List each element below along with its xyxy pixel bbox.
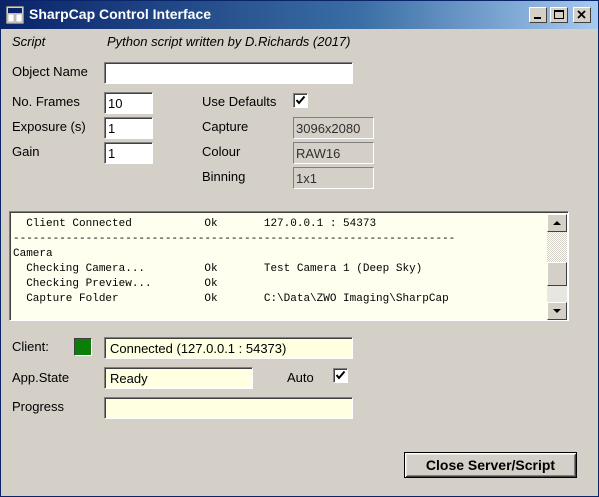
- client-status-field: Connected (127.0.0.1 : 54373): [104, 337, 353, 359]
- app-state-field: Ready: [104, 367, 253, 389]
- script-credit: Python script written by D.Richards (201…: [107, 34, 351, 49]
- colour-field: RAW16: [293, 142, 374, 164]
- log-scrollbar[interactable]: [547, 214, 567, 320]
- auto-checkbox[interactable]: [333, 368, 348, 383]
- arrow-down-icon: [553, 309, 561, 313]
- colour-label: Colour: [202, 144, 241, 159]
- frames-label: No. Frames: [12, 94, 80, 109]
- progress-field: [104, 397, 353, 419]
- app-state-label: App.State: [12, 370, 70, 385]
- log-line: ----------------------------------------…: [13, 233, 456, 245]
- arrow-up-icon: [553, 221, 561, 225]
- minimize-icon: [534, 17, 541, 19]
- progress-label: Progress: [12, 399, 65, 414]
- client-label: Client:: [12, 339, 49, 354]
- binning-label: Binning: [202, 169, 246, 184]
- app-icon: [6, 6, 24, 24]
- use-defaults-checkbox[interactable]: [293, 93, 308, 108]
- log-textarea[interactable]: Client Connected Ok 127.0.0.1 : 54373 ---…: [9, 211, 569, 321]
- log-line: Camera: [13, 248, 53, 260]
- scroll-down-button[interactable]: [547, 302, 567, 320]
- log-line: Checking Camera... Ok Test Camera 1 (Dee…: [13, 263, 423, 275]
- capture-label: Capture: [202, 119, 249, 134]
- frames-input[interactable]: 10: [104, 92, 153, 114]
- log-lines: Client Connected Ok 127.0.0.1 : 54373 ---…: [13, 217, 543, 307]
- title-bar[interactable]: SharpCap Control Interface: [1, 1, 598, 29]
- minimize-button[interactable]: [529, 7, 547, 23]
- maximize-button[interactable]: [550, 7, 568, 23]
- checkmark-icon: [295, 95, 306, 105]
- close-icon: [577, 10, 586, 19]
- log-line: Client Connected Ok 127.0.0.1 : 54373: [13, 218, 377, 230]
- binning-field: 1x1: [293, 167, 374, 189]
- close-server-script-button[interactable]: Close Server/Script: [404, 452, 577, 478]
- script-label: Script: [12, 34, 46, 49]
- client-status-indicator: [74, 338, 92, 356]
- object-name-label: Object Name: [12, 64, 88, 79]
- main-window: SharpCap Control Interface Script Python…: [0, 0, 599, 497]
- gain-input[interactable]: 1: [104, 142, 153, 164]
- use-defaults-label: Use Defaults: [202, 94, 277, 109]
- log-line: Capture Folder Ok C:\Data\ZWO Imaging\Sh…: [13, 293, 449, 305]
- exposure-label: Exposure (s): [12, 119, 86, 134]
- window-title: SharpCap Control Interface: [29, 6, 212, 22]
- gain-label: Gain: [12, 144, 40, 159]
- object-name-input[interactable]: [104, 62, 353, 84]
- scroll-track[interactable]: [547, 232, 567, 262]
- checkmark-icon: [335, 370, 346, 380]
- log-line: Checking Preview... Ok: [13, 278, 218, 290]
- scroll-thumb[interactable]: [547, 262, 567, 286]
- exposure-input[interactable]: 1: [104, 117, 153, 139]
- scroll-up-button[interactable]: [547, 214, 567, 232]
- close-window-button[interactable]: [573, 7, 591, 23]
- auto-label: Auto: [287, 370, 314, 385]
- capture-field: 3096x2080: [293, 117, 374, 139]
- maximize-icon: [554, 10, 564, 19]
